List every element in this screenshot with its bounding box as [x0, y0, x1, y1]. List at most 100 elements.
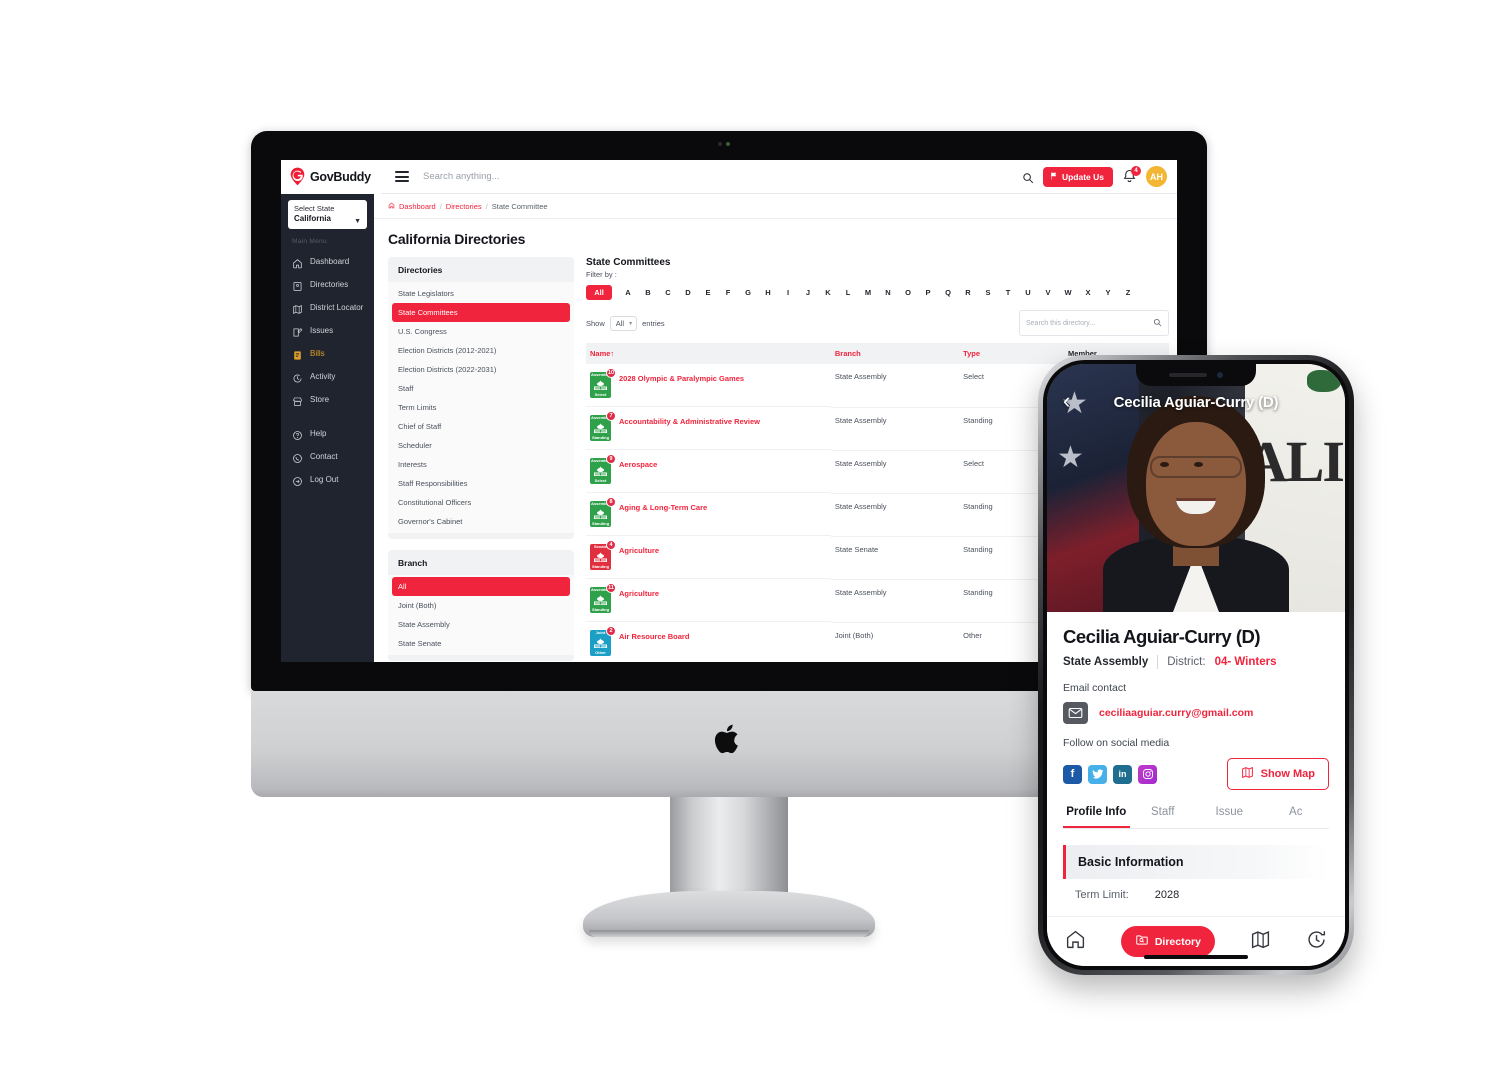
- search-icon[interactable]: [1022, 171, 1034, 183]
- twitter-icon[interactable]: [1088, 764, 1107, 784]
- sidebar-item-district-locator[interactable]: District Locator: [281, 296, 374, 319]
- legislator-meta: State Assembly District: 04- Winters: [1063, 655, 1329, 669]
- sidebar-item-dashboard[interactable]: Dashboard: [281, 250, 374, 273]
- directory-item-chief-of-staff[interactable]: Chief of Staff: [388, 417, 574, 436]
- sidebar-item-issues[interactable]: Issues: [281, 319, 374, 342]
- state-selector[interactable]: Select State California ▼: [288, 200, 367, 229]
- branch-item-all[interactable]: All: [392, 577, 570, 596]
- cell-branch: State Assembly: [830, 364, 960, 408]
- alpha-letter[interactable]: J: [798, 288, 818, 297]
- alpha-letter[interactable]: Y: [1098, 288, 1118, 297]
- directory-item-election-districts-2012[interactable]: Election Districts (2012-2021): [388, 341, 574, 360]
- sidebar-item-logout[interactable]: Log Out: [281, 468, 374, 491]
- breadcrumb-dashboard[interactable]: Dashboard: [399, 202, 436, 211]
- global-search-input[interactable]: Search anything...: [423, 171, 1022, 182]
- directory-search[interactable]: Search this directory...: [1019, 310, 1169, 336]
- directory-tab-button[interactable]: Directory: [1120, 926, 1215, 957]
- home-icon[interactable]: [1065, 929, 1086, 955]
- entries-select[interactable]: All ▾: [609, 315, 638, 331]
- alpha-letter[interactable]: E: [698, 288, 718, 297]
- tab-issue[interactable]: Issue: [1196, 806, 1263, 828]
- alpha-letter[interactable]: V: [1038, 288, 1058, 297]
- notifications-bell[interactable]: 4: [1122, 166, 1141, 184]
- sidebar-item-help[interactable]: Help: [281, 422, 374, 445]
- col-branch[interactable]: Branch: [830, 343, 960, 364]
- linkedin-icon[interactable]: in: [1113, 764, 1132, 784]
- alpha-letter[interactable]: R: [958, 288, 978, 297]
- tab-staff[interactable]: Staff: [1130, 806, 1197, 828]
- alpha-letter[interactable]: S: [978, 288, 998, 297]
- branch-item-joint[interactable]: Joint (Both): [388, 596, 574, 615]
- facebook-icon[interactable]: f: [1063, 764, 1082, 784]
- tab-activity[interactable]: Ac: [1263, 806, 1330, 828]
- branch-item-state-senate[interactable]: State Senate: [388, 634, 574, 653]
- history-icon[interactable]: [1306, 929, 1327, 955]
- directory-item-term-limits[interactable]: Term Limits: [388, 398, 574, 417]
- alpha-letter[interactable]: X: [1078, 288, 1098, 297]
- back-button[interactable]: ‹: [1063, 390, 1070, 412]
- alpha-letter[interactable]: W: [1058, 288, 1078, 297]
- directory-item-staff-responsibilities[interactable]: Staff Responsibilities: [388, 474, 574, 493]
- alpha-letter[interactable]: K: [818, 288, 838, 297]
- committee-name-link[interactable]: Aerospace: [619, 458, 657, 470]
- committee-name-link[interactable]: Agriculture: [619, 587, 659, 599]
- committee-name-link[interactable]: Accountability & Administrative Review: [619, 415, 760, 427]
- directory-item-constitutional-officers[interactable]: Constitutional Officers: [388, 493, 574, 512]
- alpha-letter[interactable]: B: [638, 288, 658, 297]
- directory-item-state-legislators[interactable]: State Legislators: [388, 284, 574, 303]
- alpha-letter[interactable]: D: [678, 288, 698, 297]
- show-map-button[interactable]: Show Map: [1226, 758, 1329, 790]
- sidebar-item-store[interactable]: Store: [281, 388, 374, 411]
- directory-item-election-districts-2022[interactable]: Election Districts (2022-2031): [388, 360, 574, 379]
- alpha-all[interactable]: All: [586, 285, 612, 300]
- alpha-letter[interactable]: M: [858, 288, 878, 297]
- committee-name-link[interactable]: Agriculture: [619, 544, 659, 556]
- cell-name: Joint Other 2 Air Resource Board: [586, 622, 831, 662]
- update-us-button[interactable]: Update Us: [1042, 166, 1113, 187]
- alpha-letter[interactable]: P: [918, 288, 938, 297]
- alpha-letter[interactable]: Z: [1118, 288, 1138, 297]
- directory-item-interests[interactable]: Interests: [388, 455, 574, 474]
- activity-icon: [292, 371, 303, 383]
- committee-name-link[interactable]: 2028 Olympic & Paralympic Games: [619, 372, 744, 384]
- search-icon[interactable]: [1153, 314, 1162, 332]
- cell-branch: State Assembly: [830, 407, 960, 451]
- sidebar-item-contact[interactable]: Contact: [281, 445, 374, 468]
- directory-item-us-congress[interactable]: U.S. Congress: [388, 322, 574, 341]
- sidebar-item-bills[interactable]: Bills: [281, 342, 374, 365]
- alpha-letter[interactable]: U: [1018, 288, 1038, 297]
- badge-count: 4: [606, 540, 616, 550]
- branch-item-state-assembly[interactable]: State Assembly: [388, 615, 574, 634]
- directory-search-input[interactable]: Search this directory...: [1026, 320, 1095, 327]
- breadcrumb-directories[interactable]: Directories: [446, 202, 482, 211]
- map-icon[interactable]: [1250, 929, 1271, 955]
- committee-name-link[interactable]: Aging & Long-Term Care: [619, 501, 707, 513]
- alpha-letter[interactable]: G: [738, 288, 758, 297]
- alpha-letter[interactable]: T: [998, 288, 1018, 297]
- brand-logo[interactable]: GovBuddy: [281, 160, 381, 194]
- alpha-letter[interactable]: F: [718, 288, 738, 297]
- directory-item-staff[interactable]: Staff: [388, 379, 574, 398]
- alpha-letter[interactable]: Q: [938, 288, 958, 297]
- directory-item-state-committees[interactable]: State Committees: [392, 303, 570, 322]
- avatar[interactable]: AH: [1146, 166, 1167, 187]
- alpha-letter[interactable]: C: [658, 288, 678, 297]
- alpha-letter[interactable]: I: [778, 288, 798, 297]
- directory-item-scheduler[interactable]: Scheduler: [388, 436, 574, 455]
- alpha-letter[interactable]: H: [758, 288, 778, 297]
- directory-item-governors-cabinet[interactable]: Governor's Cabinet: [388, 512, 574, 531]
- menu-toggle-icon[interactable]: [395, 171, 409, 182]
- tab-profile-info[interactable]: Profile Info: [1063, 806, 1130, 828]
- col-name[interactable]: Name↑: [586, 343, 831, 364]
- sidebar-item-directories[interactable]: Directories: [281, 273, 374, 296]
- sidebar-item-activity[interactable]: Activity: [281, 365, 374, 388]
- committee-name-link[interactable]: Air Resource Board: [619, 630, 689, 642]
- alpha-letter[interactable]: L: [838, 288, 858, 297]
- email-row[interactable]: ceciliaaguiar.curry@gmail.com: [1063, 702, 1329, 724]
- email-link[interactable]: ceciliaaguiar.curry@gmail.com: [1099, 707, 1253, 719]
- sidebar-item-label: Store: [310, 394, 330, 404]
- alpha-letter[interactable]: O: [898, 288, 918, 297]
- instagram-icon[interactable]: [1138, 764, 1157, 784]
- alpha-letter[interactable]: N: [878, 288, 898, 297]
- alpha-letter[interactable]: A: [618, 288, 638, 297]
